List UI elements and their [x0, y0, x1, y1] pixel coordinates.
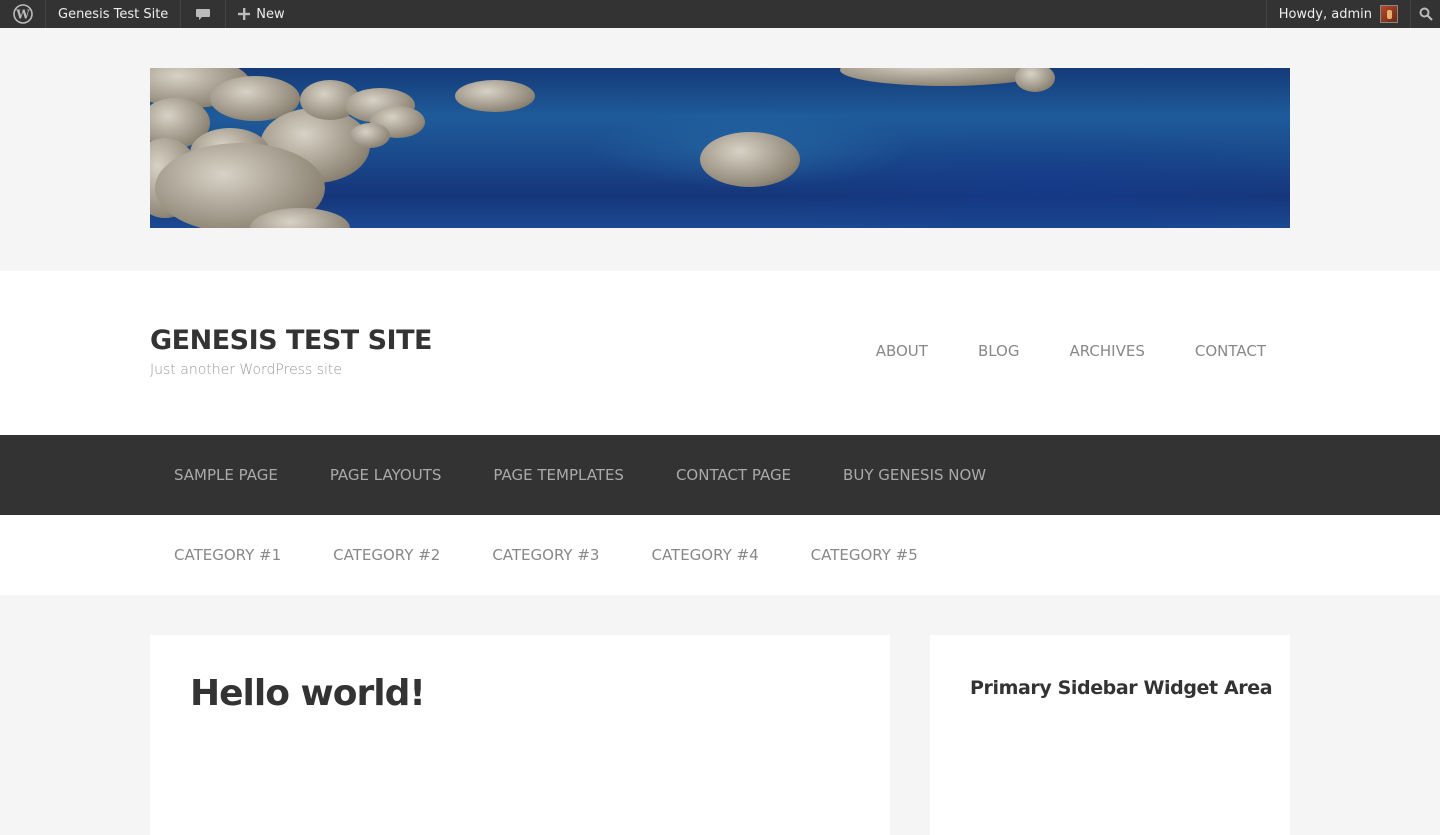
header-nav-about[interactable]: ABOUT [876, 342, 953, 360]
header-nav-blog[interactable]: BLOG [953, 342, 1045, 360]
secondary-nav: CATEGORY #1 CATEGORY #2 CATEGORY #3 CATE… [0, 515, 1440, 595]
wordpress-logo-icon: W [12, 4, 33, 24]
secondary-nav-category-2[interactable]: CATEGORY #2 [333, 546, 440, 564]
primary-nav-contact-page[interactable]: CONTACT PAGE [676, 466, 791, 484]
primary-menu: SAMPLE PAGE PAGE LAYOUTS PAGE TEMPLATES … [174, 466, 1038, 484]
admin-bar: W Genesis Test Site New Howdy, admin [0, 0, 1440, 28]
svg-text:W: W [15, 8, 30, 22]
site-description: Just another WordPress site [150, 362, 343, 378]
primary-nav-page-layouts[interactable]: PAGE LAYOUTS [330, 466, 442, 484]
header-nav-contact[interactable]: CONTACT [1170, 342, 1290, 360]
entry-title[interactable]: Hello world! [190, 673, 426, 714]
secondary-nav-category-3[interactable]: CATEGORY #3 [492, 546, 599, 564]
site-title[interactable]: GENESIS TEST SITE [150, 325, 432, 356]
admin-search-button[interactable] [1410, 0, 1440, 28]
wordpress-logo-button[interactable]: W [0, 0, 46, 28]
secondary-nav-category-1[interactable]: CATEGORY #1 [174, 546, 281, 564]
header-nav-archives[interactable]: ARCHIVES [1044, 342, 1169, 360]
entry: Hello world! [150, 635, 890, 835]
site-name-link[interactable]: Genesis Test Site [46, 0, 182, 28]
new-content-button[interactable]: New [226, 0, 296, 28]
site-name-label: Genesis Test Site [58, 6, 169, 22]
comment-bubble-icon [196, 9, 211, 20]
primary-nav-sample-page[interactable]: SAMPLE PAGE [174, 466, 278, 484]
content-area: Hello world! Primary Sidebar Widget Area [0, 595, 1440, 835]
primary-nav-page-templates[interactable]: PAGE TEMPLATES [493, 466, 624, 484]
avatar [1380, 5, 1398, 23]
secondary-menu: CATEGORY #1 CATEGORY #2 CATEGORY #3 CATE… [174, 546, 970, 564]
primary-nav: SAMPLE PAGE PAGE LAYOUTS PAGE TEMPLATES … [0, 435, 1440, 515]
new-label: New [256, 6, 285, 22]
primary-nav-buy-genesis[interactable]: BUY GENESIS NOW [843, 466, 986, 484]
site-header: GENESIS TEST SITE Just another WordPress… [0, 271, 1440, 435]
primary-sidebar: Primary Sidebar Widget Area [930, 635, 1290, 835]
howdy-label: Howdy, admin [1278, 6, 1372, 22]
search-icon [1419, 7, 1433, 21]
plus-icon [238, 8, 251, 20]
header-nav: ABOUT BLOG ARCHIVES CONTACT [876, 342, 1290, 360]
secondary-nav-category-5[interactable]: CATEGORY #5 [811, 546, 918, 564]
secondary-nav-category-4[interactable]: CATEGORY #4 [651, 546, 758, 564]
widget-title: Primary Sidebar Widget Area [970, 677, 1273, 699]
my-account-button[interactable]: Howdy, admin [1265, 0, 1410, 28]
header-image [150, 68, 1290, 228]
header-image-area [0, 28, 1440, 271]
comments-button[interactable] [181, 0, 227, 28]
admin-bar-right: Howdy, admin [1265, 0, 1440, 28]
